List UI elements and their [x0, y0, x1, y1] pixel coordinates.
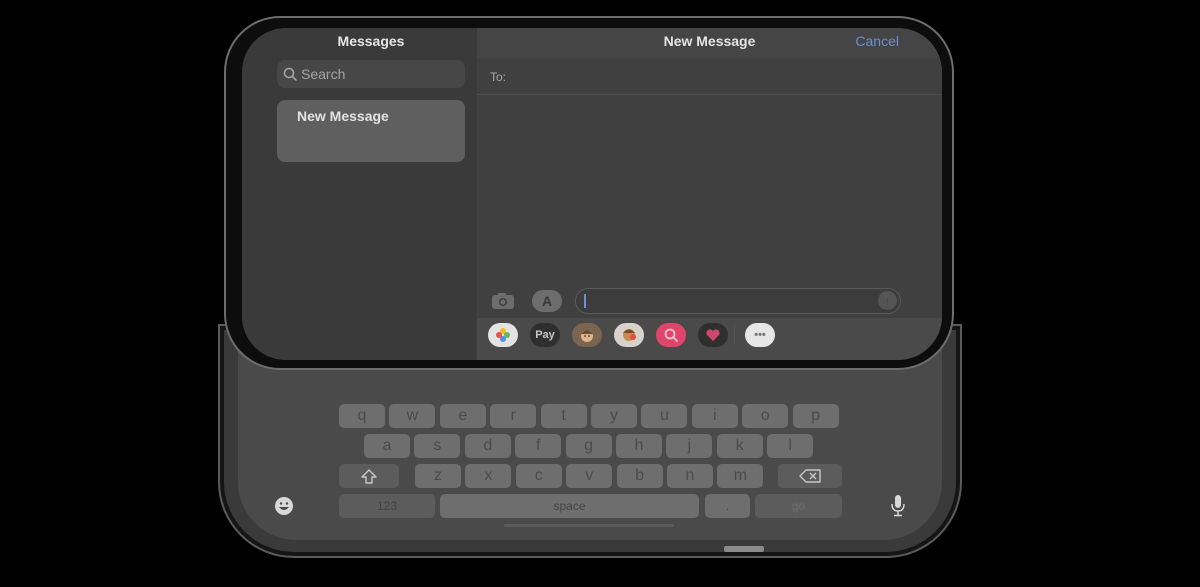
ellipsis-icon: ••• — [754, 329, 766, 341]
key-o[interactable]: o — [742, 404, 789, 428]
compose-bar: A ↑ — [477, 286, 942, 318]
key-f[interactable]: f — [515, 434, 562, 458]
search-input[interactable]: Search — [277, 60, 465, 88]
compose-pane: New Message Cancel To: A ↑ Pay ••• — [477, 28, 942, 360]
key-y[interactable]: y — [591, 404, 637, 428]
key-z[interactable]: z — [415, 464, 461, 488]
imessage-app-strip: Pay ••• — [477, 318, 942, 360]
sidebar-title: Messages — [337, 33, 405, 49]
keyboard: qwertyuiop asdfghjkl zxcvbnm 123 space .… — [240, 398, 940, 533]
compose-header: New Message Cancel — [477, 28, 942, 58]
key-b[interactable]: b — [616, 464, 663, 488]
animoji-button[interactable] — [614, 323, 644, 347]
key-k[interactable]: k — [716, 434, 763, 458]
delete-icon — [799, 469, 821, 483]
app-store-icon[interactable]: A — [532, 290, 562, 312]
apple-pay-button[interactable]: Pay — [530, 323, 560, 347]
microphone-icon[interactable] — [890, 494, 906, 518]
recipient-field[interactable]: To: — [477, 58, 942, 95]
shift-key[interactable] — [339, 464, 399, 488]
key-m[interactable]: m — [717, 464, 764, 488]
key-p[interactable]: p — [792, 404, 839, 428]
image-search-button[interactable] — [656, 323, 686, 347]
emoji-icon[interactable] — [274, 496, 294, 516]
key-d[interactable]: d — [464, 434, 511, 458]
shift-icon — [361, 468, 377, 484]
space-key[interactable]: space — [440, 494, 699, 518]
key-t[interactable]: t — [540, 404, 587, 428]
conversation-item-new-message[interactable]: New Message — [277, 100, 465, 162]
key-n[interactable]: n — [667, 464, 713, 488]
strip-divider — [734, 325, 735, 345]
key-c[interactable]: c — [515, 464, 562, 488]
search-images-icon — [664, 328, 678, 342]
screen: Messages Search New Message New Message … — [242, 28, 942, 360]
animoji-icon — [623, 329, 636, 341]
search-placeholder: Search — [301, 66, 346, 82]
heart-icon — [706, 329, 720, 341]
digital-touch-button[interactable] — [698, 323, 728, 347]
key-e[interactable]: e — [439, 404, 486, 428]
memoji-stickers-button[interactable] — [572, 323, 602, 347]
device-port — [724, 546, 764, 552]
period-key[interactable]: . — [705, 494, 750, 518]
conversation-title: New Message — [297, 108, 389, 124]
key-h[interactable]: h — [616, 434, 662, 458]
search-icon — [283, 67, 297, 81]
sidebar: Messages Search New Message — [242, 28, 477, 360]
key-l[interactable]: l — [767, 434, 814, 458]
key-i[interactable]: i — [691, 404, 738, 428]
key-g[interactable]: g — [565, 434, 612, 458]
key-w[interactable]: w — [389, 404, 436, 428]
memoji-icon — [581, 330, 593, 342]
camera-icon[interactable] — [491, 292, 515, 310]
key-a[interactable]: a — [364, 434, 410, 458]
key-q[interactable]: q — [339, 404, 385, 428]
to-label: To: — [490, 70, 507, 84]
delete-key[interactable] — [778, 464, 842, 488]
key-v[interactable]: v — [566, 464, 613, 488]
send-button[interactable]: ↑ — [878, 291, 897, 310]
arrow-up-icon: ↑ — [884, 293, 891, 308]
photos-icon — [496, 328, 510, 342]
numbers-key[interactable]: 123 — [339, 494, 435, 518]
message-input[interactable]: ↑ — [575, 288, 901, 314]
photos-app-button[interactable] — [488, 323, 518, 347]
key-r[interactable]: r — [490, 404, 537, 428]
apple-pay-icon: Pay — [535, 329, 555, 341]
key-j[interactable]: j — [666, 434, 713, 458]
cancel-button[interactable]: Cancel — [855, 33, 899, 49]
key-u[interactable]: u — [641, 404, 688, 428]
key-s[interactable]: s — [414, 434, 461, 458]
home-indicator — [504, 524, 674, 527]
go-key[interactable]: go — [755, 494, 842, 518]
more-apps-button[interactable]: ••• — [745, 323, 775, 347]
key-x[interactable]: x — [465, 464, 512, 488]
text-caret — [584, 294, 586, 308]
